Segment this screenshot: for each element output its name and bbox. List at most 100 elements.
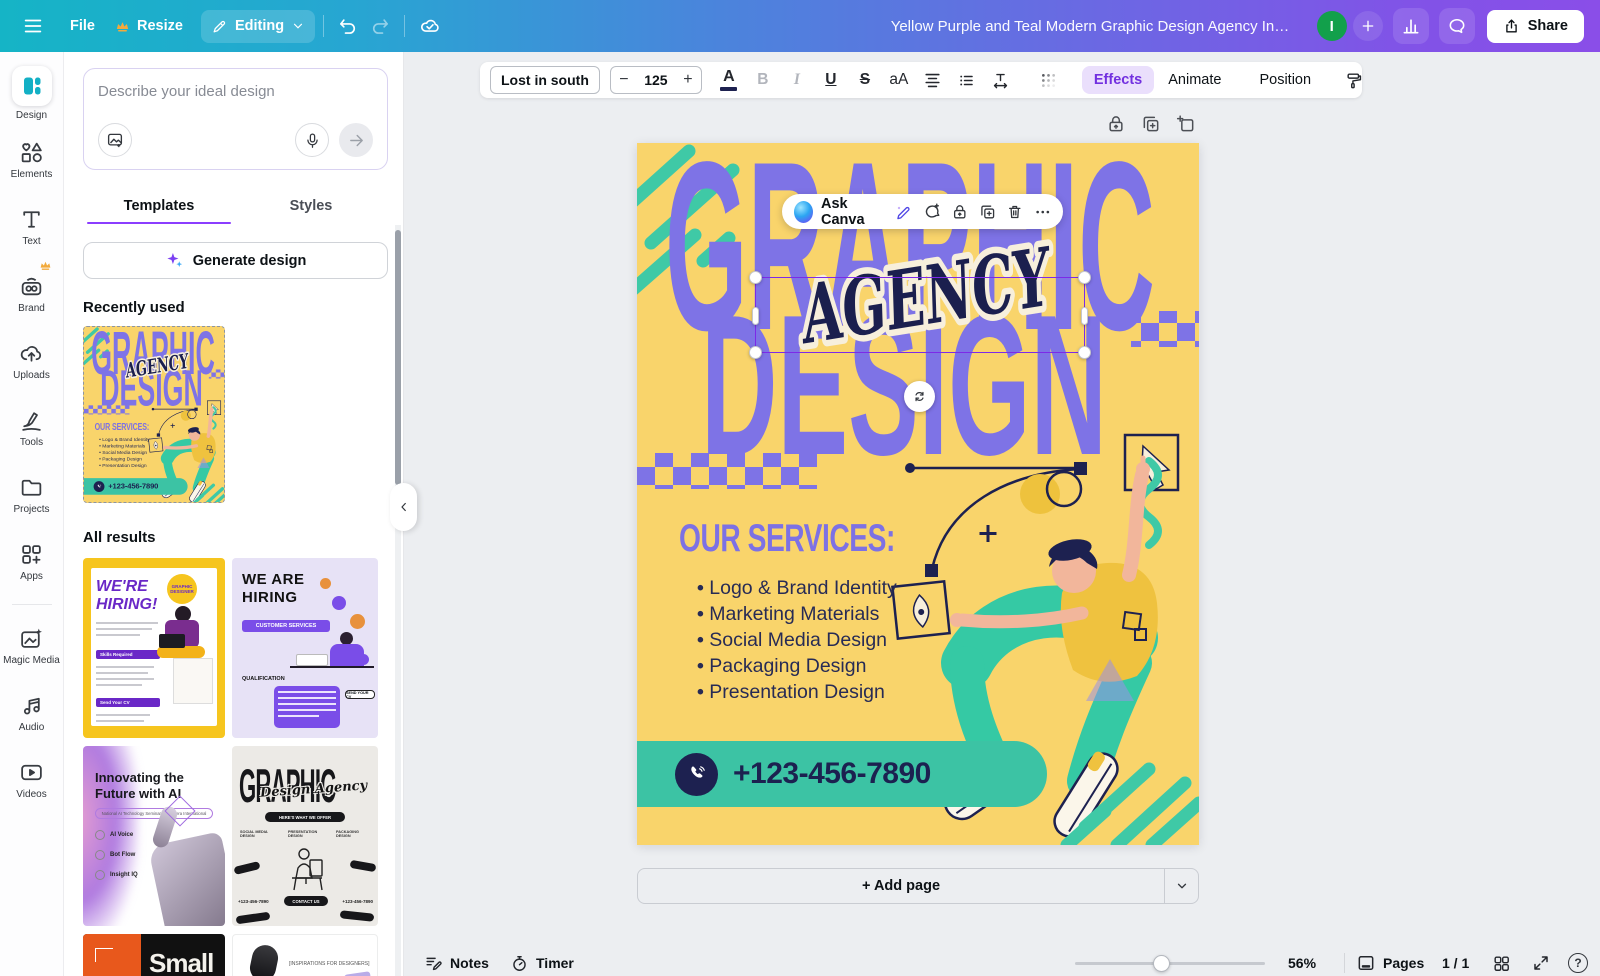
list-button[interactable] [952, 65, 982, 95]
template-thumbnail-graphic-agency-bw[interactable]: GRAPHIC Design Agency HERE'S WHAT WE OFF… [232, 746, 378, 926]
ai-prompt-box [83, 68, 388, 170]
selection-handle-se[interactable] [1078, 346, 1091, 359]
rotate-handle[interactable] [904, 381, 935, 412]
copy-style-button[interactable] [1339, 65, 1369, 95]
left-rail: Design Elements Text Brand Uploads Tools… [0, 52, 64, 976]
bold-button[interactable]: B [748, 65, 778, 95]
font-size-decrease-button[interactable]: − [611, 71, 637, 89]
scrollbar-thumb[interactable] [395, 230, 401, 485]
template-thumbnail-inspirations[interactable]: [INSPIRATIONS FOR DESIGNERS] [232, 934, 378, 976]
tab-templates[interactable]: Templates [83, 190, 235, 224]
pages-button[interactable]: Pages [1356, 950, 1424, 976]
help-button[interactable]: ? [1568, 950, 1588, 976]
template-thumbnail-were-hiring[interactable]: GRAPHIC DESIGNER WE'RE HIRING! Skills Re… [83, 558, 225, 738]
file-menu-button[interactable]: File [60, 10, 105, 42]
prompt-input[interactable] [98, 83, 373, 100]
grid-view-button[interactable] [1492, 950, 1511, 976]
magic-edit-icon[interactable] [895, 202, 913, 222]
font-size-value[interactable]: 125 [637, 72, 675, 88]
rail-divider [12, 604, 52, 605]
transparency-button[interactable] [1034, 65, 1064, 95]
avatar[interactable]: I [1317, 11, 1347, 41]
generate-design-button[interactable]: Generate design [83, 242, 388, 279]
effects-button[interactable]: Effects [1082, 66, 1154, 94]
magic-media-icon [19, 626, 44, 651]
add-image-button[interactable] [98, 123, 132, 157]
pen-tool-graphic [149, 438, 163, 452]
timer-button[interactable]: Timer [510, 950, 574, 976]
submit-prompt-button[interactable] [339, 123, 373, 157]
selection-handle-nw[interactable] [749, 271, 762, 284]
alignment-button[interactable] [918, 65, 948, 95]
save-status-button[interactable] [413, 7, 447, 45]
editing-mode-dropdown[interactable]: Editing [201, 10, 315, 43]
template-thumbnail-small-business[interactable]: Small [83, 934, 225, 976]
tab-styles[interactable]: Styles [235, 190, 387, 224]
sidebar-item-apps[interactable]: Apps [0, 533, 64, 591]
share-button[interactable]: Share [1487, 10, 1584, 43]
selection-box[interactable] [755, 277, 1085, 353]
duplicate-page-icon[interactable] [1141, 114, 1161, 134]
animate-button[interactable]: Animate [1158, 66, 1231, 94]
sidebar-item-tools[interactable]: Tools [0, 399, 64, 457]
sidebar-item-projects[interactable]: Projects [0, 466, 64, 524]
lock-icon[interactable] [951, 202, 969, 222]
redo-button[interactable] [364, 8, 396, 44]
sidebar-item-uploads[interactable]: Uploads [0, 332, 64, 390]
font-size-increase-button[interactable]: + [675, 71, 701, 89]
text-color-button[interactable]: A [714, 65, 744, 95]
zoom-slider[interactable] [1075, 962, 1265, 965]
text-case-button[interactable]: aA [884, 65, 914, 95]
selection-handle-ne[interactable] [1078, 271, 1091, 284]
comment-add-icon[interactable] [923, 201, 941, 222]
delete-icon[interactable] [1006, 202, 1024, 222]
sidebar-item-text[interactable]: Text [0, 198, 64, 256]
duplicate-icon[interactable] [979, 202, 997, 222]
zoom-slider-thumb[interactable] [1153, 955, 1170, 972]
italic-button[interactable]: I [782, 65, 812, 95]
lock-page-icon[interactable] [1106, 114, 1126, 134]
collapse-pages-button[interactable] [1164, 869, 1198, 903]
undo-button[interactable] [332, 8, 364, 44]
voice-input-button[interactable] [295, 123, 329, 157]
sidebar-item-brand[interactable]: Brand [0, 265, 64, 323]
sidebar-item-magic-media[interactable]: Magic Media [0, 617, 64, 675]
selection-handle-sw[interactable] [749, 346, 762, 359]
sidebar-item-design[interactable]: Design [0, 64, 64, 122]
fullscreen-button[interactable] [1532, 950, 1550, 976]
panel-collapse-button[interactable] [390, 483, 417, 531]
hamburger-menu-button[interactable] [16, 7, 50, 45]
sidebar-item-elements[interactable]: Elements [0, 131, 64, 189]
selection-handle-w[interactable] [752, 307, 759, 325]
underline-button[interactable]: U [816, 65, 846, 95]
sidebar-item-audio[interactable]: Audio [0, 684, 64, 742]
insights-button[interactable] [1393, 8, 1429, 44]
add-member-button[interactable] [1353, 11, 1383, 41]
font-family-selector[interactable]: Lost in south [490, 66, 600, 94]
align-center-icon [923, 71, 942, 90]
document-title[interactable]: Yellow Purple and Teal Modern Graphic De… [891, 18, 1291, 35]
letter-spacing-button[interactable] [986, 65, 1016, 95]
position-button[interactable]: Position [1249, 66, 1321, 94]
notes-button[interactable]: Notes [424, 950, 489, 976]
comments-button[interactable] [1439, 8, 1475, 44]
add-page-icon[interactable] [1176, 114, 1196, 134]
canvas-page[interactable]: GRAPHIC DESIGN AGENCY [637, 143, 1199, 845]
ask-canva-button[interactable]: Ask Canva [794, 196, 885, 228]
sidebar-item-videos[interactable]: Videos [0, 751, 64, 809]
zoom-level[interactable]: 56% [1288, 950, 1316, 976]
phone-number: +123-456-7890 [733, 757, 931, 791]
selection-handle-e[interactable] [1081, 307, 1088, 325]
add-page-button[interactable]: + Add page [638, 878, 1164, 894]
design-panel: Templates Styles Generate design Recentl… [64, 52, 404, 976]
template-thumbnail-we-are-hiring[interactable]: WE ARE HIRING CUSTOMER SERVICES QUALIFIC… [232, 558, 378, 738]
ask-canva-label: Ask Canva [821, 196, 885, 228]
recent-template-thumbnail[interactable]: GRAPHIC DESIGN AGENCY [83, 326, 225, 503]
more-options-icon[interactable] [1034, 202, 1052, 222]
panel-scrollbar[interactable] [395, 225, 401, 976]
uploads-icon [19, 341, 44, 366]
resize-button[interactable]: Resize [105, 10, 193, 42]
strikethrough-button[interactable]: S [850, 65, 880, 95]
transparency-icon [1039, 71, 1058, 90]
template-thumbnail-innovating-ai[interactable]: Innovating the Future with AI National A… [83, 746, 225, 926]
